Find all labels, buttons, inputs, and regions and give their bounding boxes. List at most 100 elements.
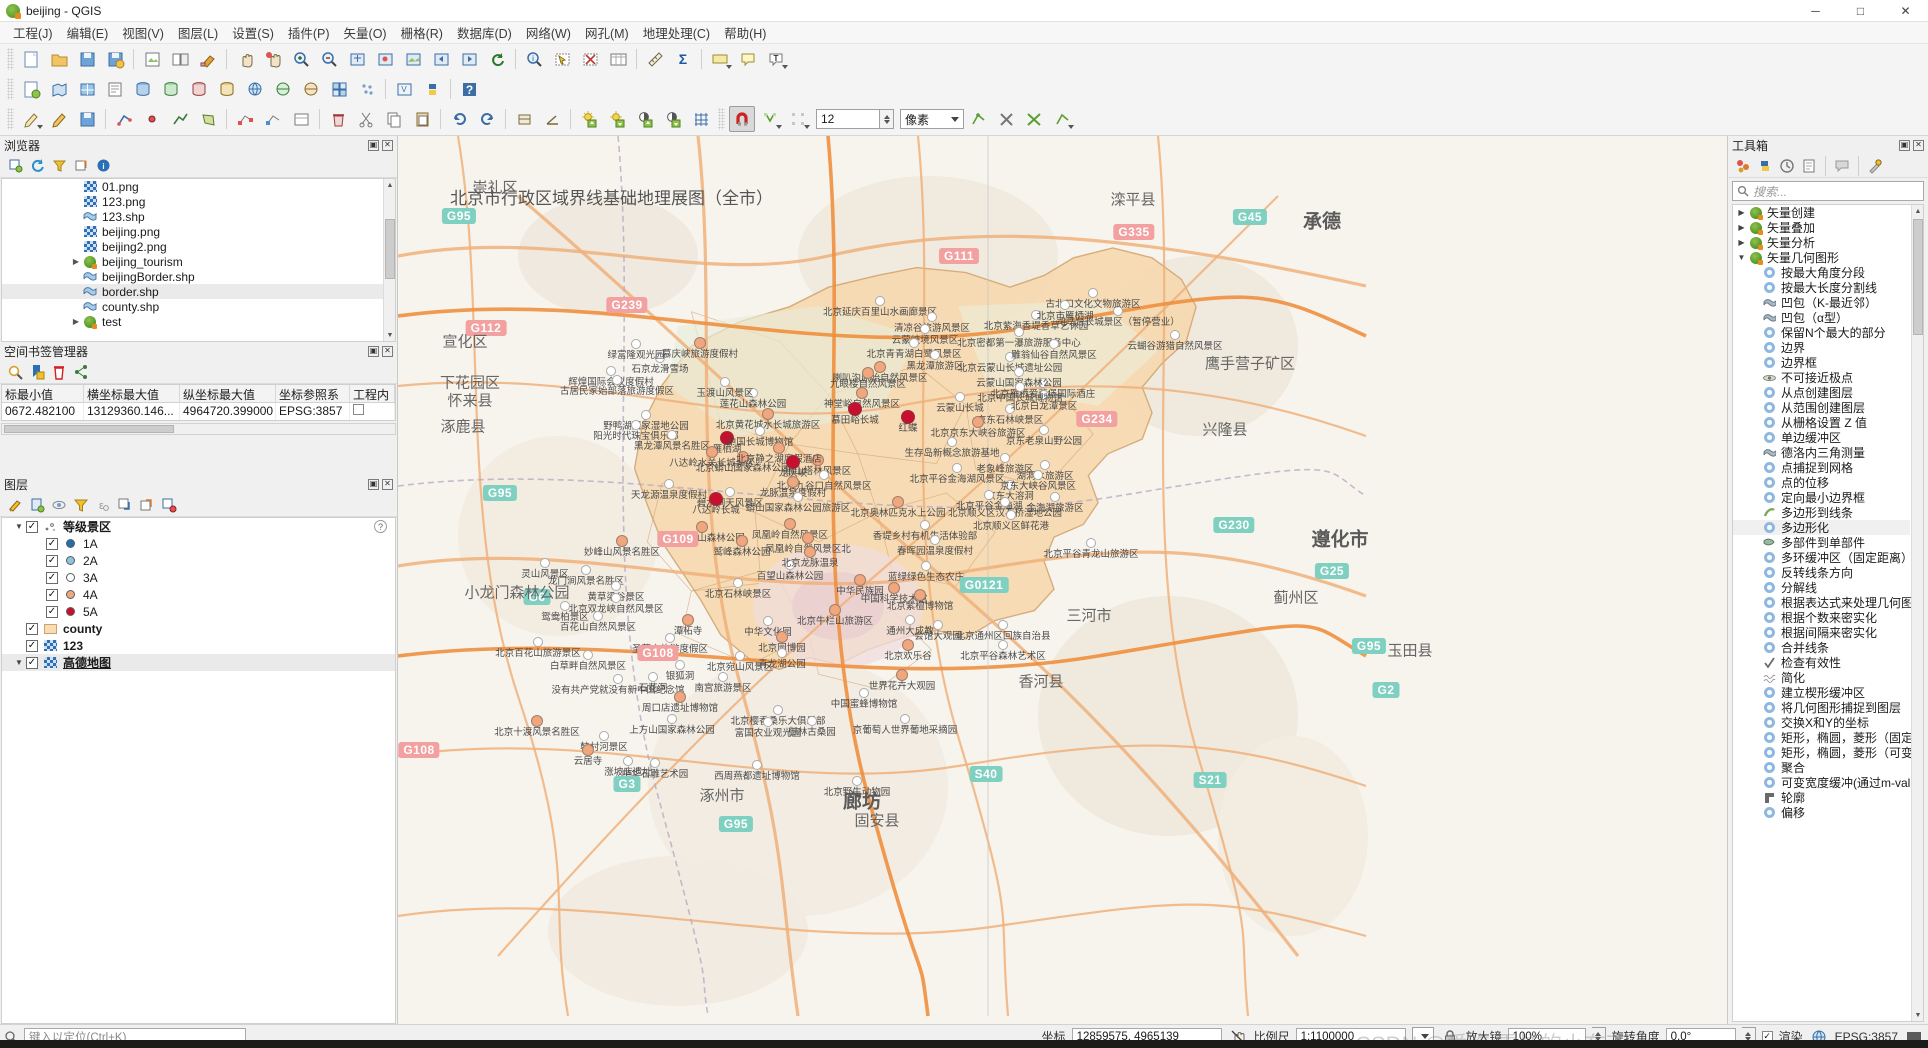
browser-scroll-thumb[interactable] [385,219,395,279]
menu-layer[interactable]: 图层(L) [171,21,225,44]
add-point-feature-button[interactable] [139,106,165,132]
menu-edit[interactable]: 编辑(E) [60,21,116,44]
expand-arrow-icon[interactable]: ▼ [1735,253,1748,262]
toolbox-algorithm[interactable]: 简化 [1733,670,1910,685]
toolbox-algorithm[interactable]: 保留N个最大的部分 [1733,325,1910,340]
snapping-tolerance-input[interactable]: 12 [816,109,880,129]
menu-web[interactable]: 网络(W) [519,21,578,44]
expand-arrow-icon[interactable]: ▶ [1735,238,1748,247]
vertex-tool-current-layer-button[interactable] [260,106,286,132]
toolbar-grip[interactable] [7,108,14,130]
new-map-note-button[interactable] [735,46,761,72]
browser-tree[interactable]: 01.png 123.png 123.shp beijing.png beijing2.… [1,178,396,342]
toolbox-algorithm[interactable]: 从点创建图层 [1733,385,1910,400]
bookmarks-table[interactable]: 标最小值 横坐标最大值 纵坐标最大值 坐标参照系 工程内 0672.482100… [1,384,396,421]
collapse-all-icon[interactable] [137,495,157,515]
add-raster-layer-button[interactable] [74,76,100,102]
browser-item[interactable]: 123.png [2,194,395,209]
toolbox-algorithm[interactable]: 根据表达式来处理几何图形 [1733,595,1923,610]
col-xmin[interactable]: 标最小值 [2,385,84,402]
toolbox-algorithm[interactable]: 分解线 [1733,580,1910,595]
help-icon[interactable]: ? [374,520,387,533]
expand-arrow-icon[interactable]: ▶ [1735,223,1748,232]
browser-item[interactable]: ▶ beijing_tourism [2,254,395,269]
toolbox-algorithm[interactable]: 将几何图形捕捉到图层 [1733,700,1910,715]
add-mssql-layer-button[interactable] [186,76,212,102]
new-shapefile-layer-button[interactable] [18,76,44,102]
toolbox-algorithm[interactable]: 多部件到单部件 [1733,535,1910,550]
maximize-button[interactable]: □ [1838,0,1883,22]
layer-item[interactable]: ✓ 1A [2,535,395,552]
in-project-checkbox[interactable] [353,404,364,415]
toolbox-algorithm[interactable]: 根据个数来密实化 [1733,610,1910,625]
refresh-map-button[interactable] [484,46,510,72]
measure-angle-button[interactable] [539,106,565,132]
col-in-project[interactable]: 工程内 [350,385,395,402]
add-bookmark-icon[interactable] [27,362,47,382]
delete-bookmark-icon[interactable] [49,362,69,382]
layer-item[interactable]: ✓ 5A [2,603,395,620]
menu-settings[interactable]: 设置(S) [225,21,281,44]
zoom-next-button[interactable] [456,46,482,72]
toolbox-algorithm[interactable]: 轮廓 [1733,790,1910,805]
menu-project[interactable]: 工程(J) [6,21,60,44]
add-wfs-layer-button[interactable] [298,76,324,102]
layer-item[interactable]: ▼ ✓ 高德地图 [2,654,395,671]
toggle-editing-button[interactable] [46,106,72,132]
measure-area-button[interactable] [511,106,537,132]
zoom-to-selection-button[interactable] [372,46,398,72]
layer-item[interactable]: ▼ ✓ 等级景区? [2,518,395,535]
layer-visibility-checkbox[interactable]: ✓ [26,639,38,652]
style-manager-button[interactable] [195,46,221,72]
share-bookmark-icon[interactable] [71,362,91,382]
avoid-overlap-button[interactable] [993,106,1019,132]
cut-features-button[interactable] [353,106,379,132]
add-wms-layer-button[interactable] [242,76,268,102]
toolbox-algorithm[interactable]: 偏移 [1733,805,1910,820]
log-icon[interactable] [1799,156,1819,176]
toolbox-algorithm[interactable]: 边界框 [1733,355,1910,370]
browser-item[interactable]: ▶ test [2,314,395,329]
manage-visibility-icon[interactable] [49,495,69,515]
menu-vector[interactable]: 矢量(O) [337,21,394,44]
toolbox-algorithm[interactable]: 检查有效性 [1733,655,1910,670]
menu-database[interactable]: 数据库(D) [450,21,519,44]
new-virtual-layer-button[interactable]: V [391,76,417,102]
pan-to-selection-button[interactable] [260,46,286,72]
models-icon[interactable] [1733,156,1927,1045]
map-canvas[interactable]: 北京市行政区域界线基础地理展图（全市） 北京延庆百里山水画廊景区 清凉谷旅游风景区… [398,136,1728,1024]
refresh-icon[interactable] [27,156,47,176]
layer-visibility-checkbox[interactable]: ✓ [46,588,58,601]
browser-item[interactable]: 123.shp [2,209,395,224]
toolbox-algorithm[interactable]: 从栅格设置 Z 值 [1733,415,1910,430]
layer-visibility-checkbox[interactable]: ✓ [46,537,58,550]
scroll-down-arrow[interactable]: ▼ [384,329,395,341]
info-icon[interactable]: i [93,156,113,176]
python-icon[interactable] [1755,156,1927,1045]
add-vector-tile-layer-button[interactable] [326,76,352,102]
layer-visibility-checkbox[interactable]: ✓ [26,520,38,533]
current-edits-button[interactable] [18,106,44,132]
expression-filter-icon[interactable]: ε [93,495,1927,1045]
new-print-layout-button[interactable] [139,46,165,72]
add-postgis-layer-button[interactable] [130,76,156,102]
redo-button[interactable] [474,106,500,132]
toolbox-group[interactable]: ▼ 矢量几何图形 [1733,250,1910,265]
open-attribute-table-button[interactable] [605,46,631,72]
grid-button[interactable] [688,106,714,132]
modify-attributes-button[interactable] [288,106,314,132]
bookmarks-close-button[interactable]: ✕ [382,345,393,357]
scroll-up-arrow[interactable]: ▲ [1912,205,1923,217]
browser-item[interactable]: beijing2.png [2,239,395,254]
browser-scrollbar[interactable]: ▲ ▼ [383,179,395,341]
add-vector-layer-button[interactable] [46,76,72,102]
toolbox-search-input[interactable]: 搜索... [1732,181,1924,201]
remove-layer-icon[interactable] [159,495,179,515]
vertex-tool-button[interactable] [232,106,258,132]
add-spatialite-layer-button[interactable] [158,76,184,102]
toolbox-algorithm[interactable]: 交换X和Y的坐标 [1733,715,1910,730]
history-icon[interactable] [1777,156,1797,176]
toolbox-tree[interactable]: ▶ 矢量创建 ▶ 矢量叠加 ▶ 矢量分析 ▼ 矢量几何图形 按最大角度分段 按最大长度分割线 凹包（… [1732,204,1924,1022]
add-line-feature-button[interactable] [167,106,193,132]
self-snapping-button[interactable] [1049,106,1075,132]
